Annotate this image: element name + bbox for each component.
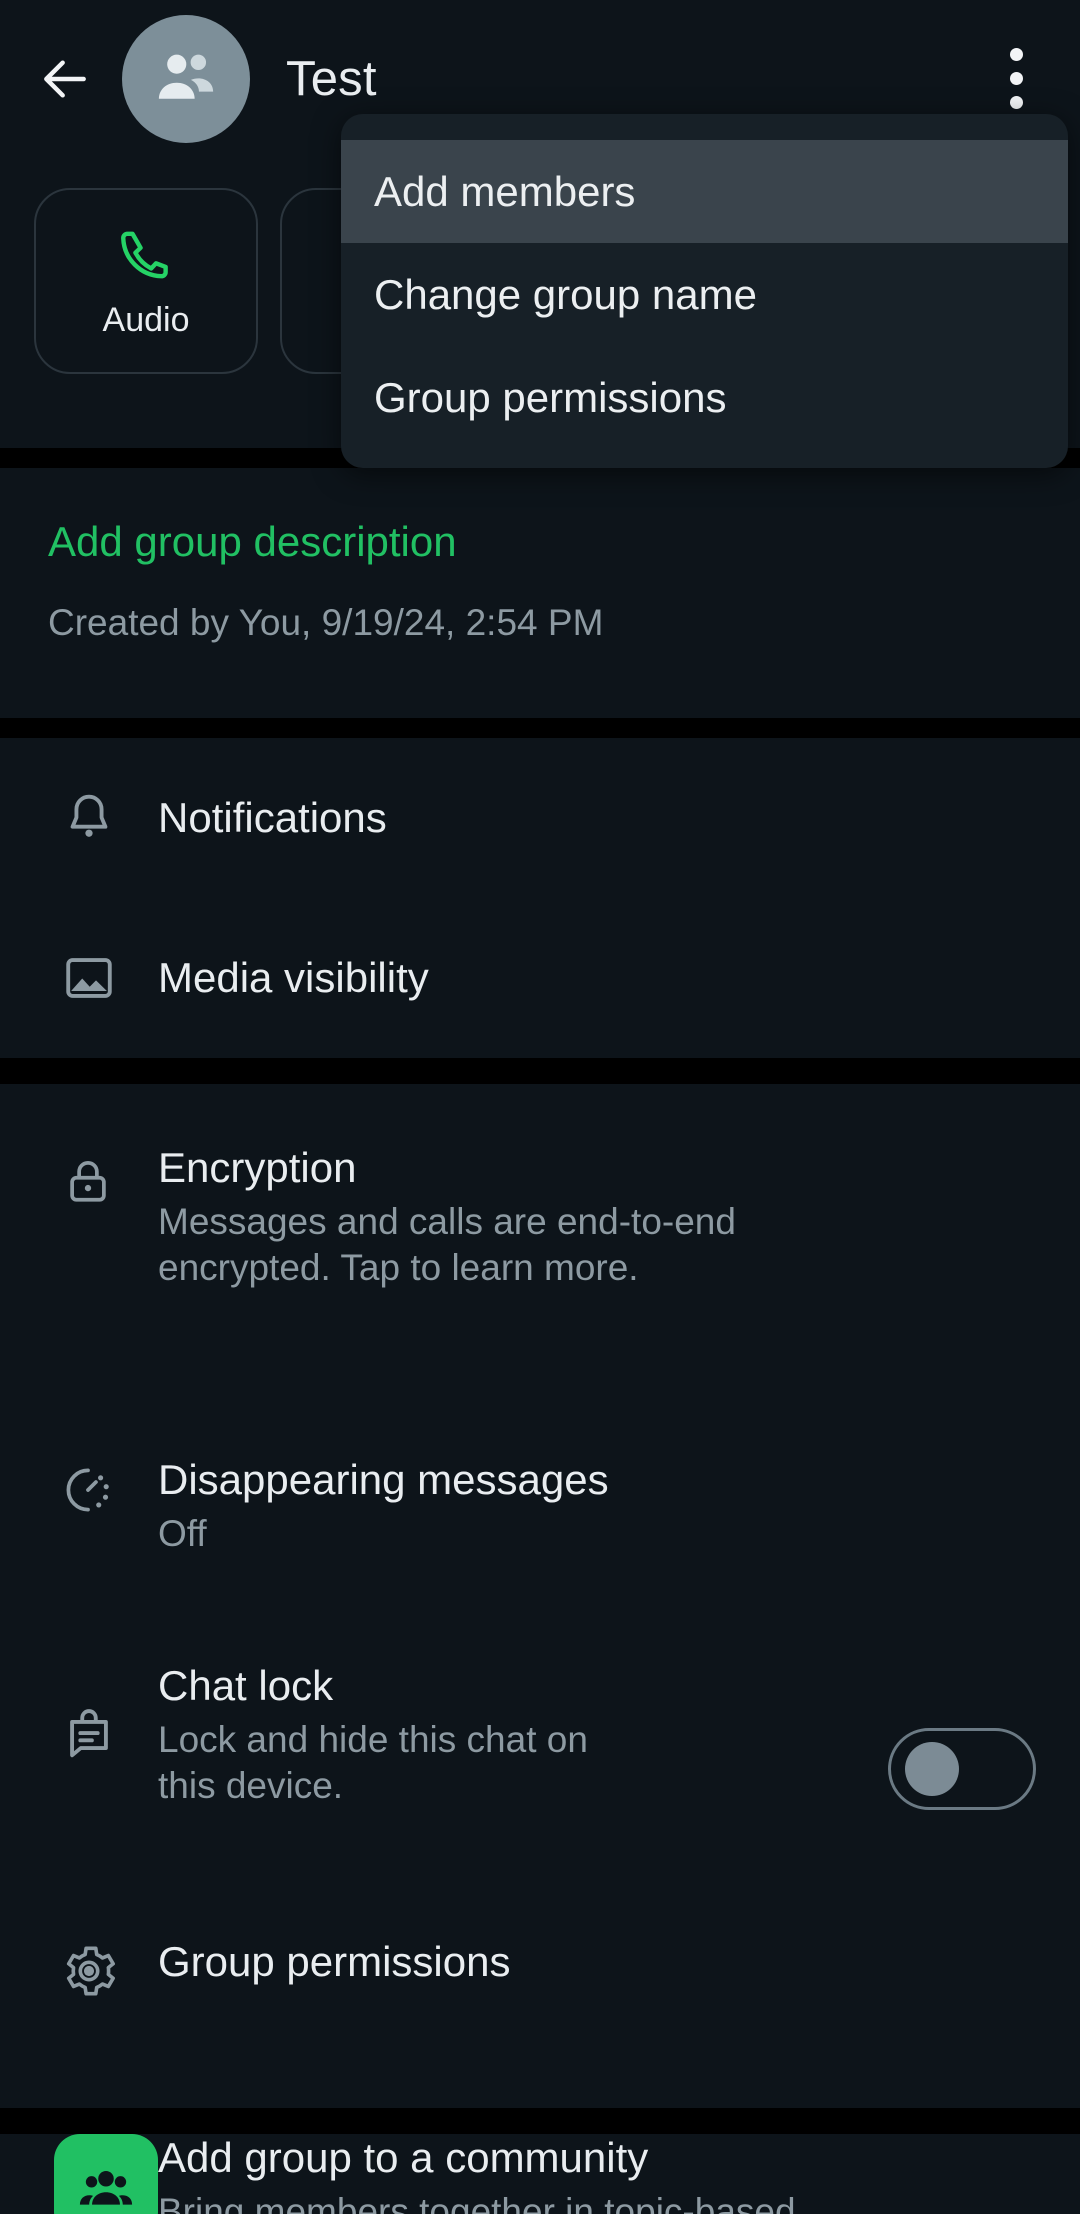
group-created-info: Created by You, 9/19/24, 2:54 PM [48,602,604,643]
encryption-subtitle: Messages and calls are end-to-end encryp… [158,1199,1032,1292]
gear-icon [66,1946,115,1996]
audio-call-button[interactable]: Audio [34,188,258,374]
timer-icon-wrap [48,1456,158,1518]
menu-item-change-group-name[interactable]: Change group name [341,243,1068,346]
bell-icon [70,794,108,837]
chat-lock-title: Chat lock [158,1662,334,1709]
community-subtitle: Bring members together in topic-based [158,2191,796,2214]
image-icon [66,958,112,998]
sidebar-item-group-permissions[interactable]: Group permissions [0,1920,1080,2108]
chat-lock-icon [70,1709,108,1758]
sidebar-item-add-to-community[interactable]: Add group to a community Bring members t… [0,2134,1080,2214]
overflow-dot-2 [1009,71,1023,85]
menu-item-change-group-name-label: Change group name [374,270,757,318]
chat-lock-card: Chat lock Lock and hide this chat on thi… [0,1632,1080,1920]
group-permissions-text: Group permissions [158,1938,1032,1985]
image-icon-wrap [48,949,158,1007]
bell-icon-wrap [48,789,158,847]
chat-lock-toggle[interactable] [888,1728,1036,1810]
timer-icon [66,1468,109,1512]
sidebar-item-media-visibility[interactable]: Media visibility [0,898,1080,1058]
description-card[interactable]: Add group description Created by You, 9/… [0,468,1080,718]
community-title: Add group to a community [158,2134,649,2181]
divider-3 [0,1058,1080,1084]
lock-icon-wrap [48,1144,158,1210]
community-icon-wrap [48,2134,158,2214]
audio-call-label: Audio [102,300,190,339]
encryption-text: Encryption Messages and calls are end-to… [158,1144,1032,1292]
disappearing-card: Disappearing messages Off [0,1432,1080,1632]
menu-item-add-members[interactable]: Add members [341,140,1068,243]
group-permissions-card: Group permissions [0,1920,1080,2108]
media-visibility-title: Media visibility [158,954,429,1002]
sidebar-item-notifications[interactable]: Notifications [0,738,1080,898]
encryption-sub-line-2: encrypted. Tap to learn more. [158,1247,639,1289]
gear-icon-wrap [48,1938,158,2000]
disappearing-text: Disappearing messages Off [158,1456,1032,1557]
overflow-dot-3 [1009,95,1023,109]
community-card: Add group to a community Bring members t… [0,2134,1080,2214]
community-icon [54,2134,158,2214]
phone-icon [121,231,168,278]
sidebar-item-encryption[interactable]: Encryption Messages and calls are end-to… [0,1084,1080,1292]
group-avatar-icon [158,54,214,99]
avatar[interactable] [122,15,250,143]
encryption-title: Encryption [158,1144,357,1191]
disappearing-title: Disappearing messages [158,1456,609,1503]
notifications-text: Notifications [158,794,1032,841]
community-text: Add group to a community Bring members t… [158,2134,1032,2214]
chat-lock-icon-wrap [48,1662,158,1764]
divider-2 [0,718,1080,738]
page-title: Test [286,52,377,106]
overflow-menu-button[interactable] [976,28,1056,128]
media-visibility-text: Media visibility [158,954,1032,1001]
sidebar-item-disappearing-messages[interactable]: Disappearing messages Off [0,1432,1080,1557]
group-info-screen: Test Audio Video [0,0,1080,2214]
group-permissions-title: Group permissions [158,1938,511,1985]
encryption-sub-line-1: Messages and calls are end-to-end [158,1201,736,1243]
menu-item-group-permissions-label: Group permissions [374,373,727,421]
disappearing-status: Off [158,1513,207,1555]
add-group-description-link[interactable]: Add group description [48,468,1032,566]
notifications-title: Notifications [158,794,387,842]
lock-icon [70,1161,106,1202]
chat-lock-toggle-knob [905,1742,959,1796]
sidebar-item-chat-lock[interactable]: Chat lock Lock and hide this chat on thi… [0,1632,1080,1810]
back-button[interactable] [22,36,108,122]
menu-item-group-permissions[interactable]: Group permissions [341,346,1068,449]
notifications-card: Notifications Media visibility [0,738,1080,1058]
privacy-card: Encryption Messages and calls are end-to… [0,1084,1080,1432]
divider-4 [0,2108,1080,2134]
arrow-left-icon [44,60,86,98]
menu-item-add-members-label: Add members [374,167,636,215]
community-people-icon [79,2171,133,2205]
overflow-dropdown-menu: Add members Change group name Group perm… [341,114,1068,468]
overflow-dot-1 [1009,47,1023,61]
